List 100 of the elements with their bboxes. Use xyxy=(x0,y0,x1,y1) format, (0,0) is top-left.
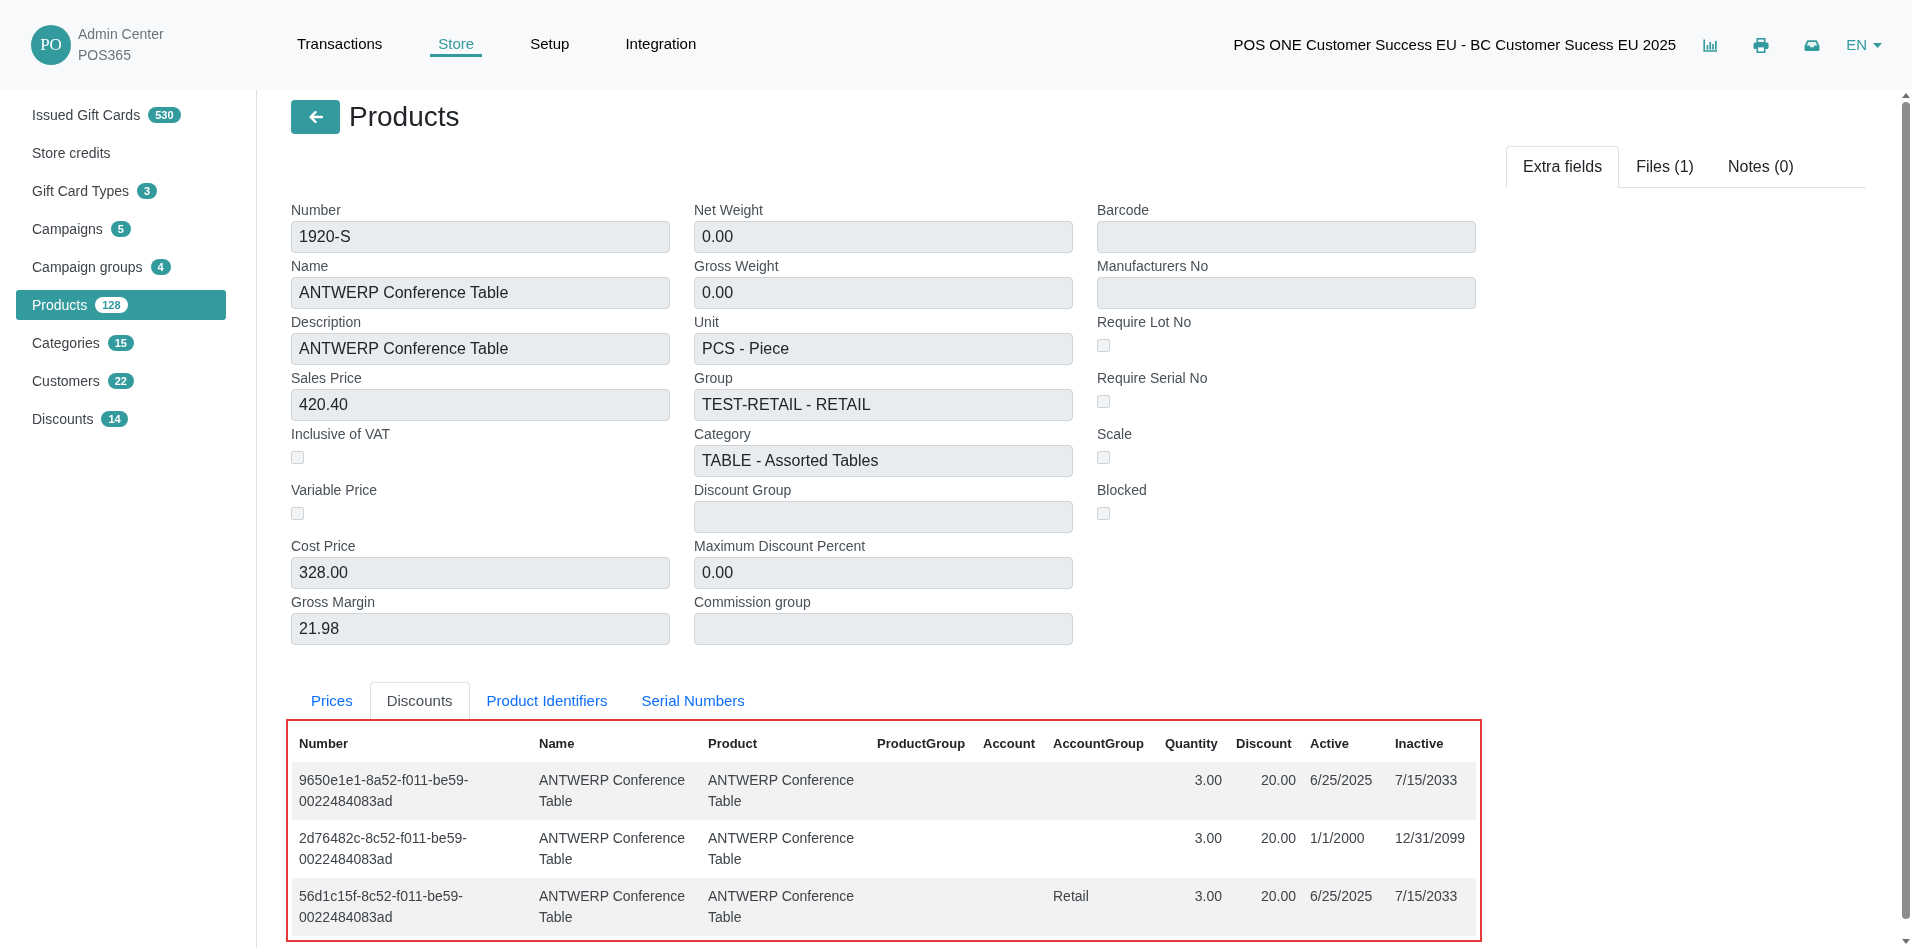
app-subtitle: POS365 xyxy=(78,46,131,65)
field-label: Commission group xyxy=(694,593,811,611)
input-field[interactable]: 0.00 xyxy=(694,557,1073,589)
nav-tab[interactable]: Transactions xyxy=(289,33,391,57)
table-cell: Retail xyxy=(1046,878,1158,936)
column-header: Discount xyxy=(1229,725,1303,762)
field-label: Name xyxy=(291,257,329,275)
tab[interactable]: Prices xyxy=(294,682,370,719)
tab[interactable]: Discounts xyxy=(369,682,470,719)
table-row[interactable]: 2d76482c-8c52-f011-be59-0022484083ad ANTWERP Conference Table ANTWERP Conference Table 3.00 20.00 1/1/2000 12/31/2099 xyxy=(292,820,1476,878)
table-cell: ANTWERP Conference Table xyxy=(532,762,701,820)
field-label: Group xyxy=(694,369,733,387)
sidebar-item[interactable]: Campaign groups 4 xyxy=(16,252,226,282)
checkbox[interactable] xyxy=(1097,339,1110,352)
arrow-left-icon xyxy=(308,111,323,123)
avatar: PO xyxy=(31,25,71,65)
checkbox[interactable] xyxy=(1097,395,1110,408)
nav-tab[interactable]: Setup xyxy=(522,33,578,57)
scroll-up-icon[interactable] xyxy=(1902,93,1910,98)
table-cell: 20.00 xyxy=(1229,820,1303,878)
app-name: Admin Center xyxy=(78,25,164,44)
sidebar-item[interactable]: Store credits xyxy=(16,138,226,168)
nav-tab[interactable]: Integration xyxy=(617,33,705,57)
scrollbar-thumb[interactable] xyxy=(1902,102,1910,919)
input-field[interactable] xyxy=(694,501,1073,533)
page-title: Products xyxy=(349,100,460,134)
input-field[interactable]: 328.00 xyxy=(291,557,670,589)
checkbox[interactable] xyxy=(1097,507,1110,520)
caret-icon xyxy=(1873,42,1882,48)
input-field[interactable]: 21.98 xyxy=(291,613,670,645)
sidebar-item[interactable]: Discounts 14 xyxy=(16,404,226,434)
checkbox[interactable] xyxy=(291,507,304,520)
table-cell: 20.00 xyxy=(1229,762,1303,820)
field-label: Number xyxy=(291,201,341,219)
field-label: Net Weight xyxy=(694,201,763,219)
table-cell: ANTWERP Conference Table xyxy=(701,762,870,820)
table-cell: 3.00 xyxy=(1158,762,1229,820)
tab[interactable]: Extra fields xyxy=(1506,146,1620,188)
bar-chart-icon[interactable] xyxy=(1702,38,1718,52)
scroll-down-icon[interactable] xyxy=(1902,939,1910,944)
table-cell: ANTWERP Conference Table xyxy=(701,820,870,878)
tab[interactable]: Notes (0) xyxy=(1710,146,1811,188)
table-cell: ANTWERP Conference Table xyxy=(532,820,701,878)
field-label: Unit xyxy=(694,313,719,331)
table-cell: 6/25/2025 xyxy=(1303,762,1388,820)
input-field[interactable]: 0.00 xyxy=(694,277,1073,309)
tab[interactable]: Files (1) xyxy=(1619,146,1711,188)
back-button[interactable] xyxy=(291,100,340,134)
field-label: Sales Price xyxy=(291,369,362,387)
sidebar-item[interactable]: Categories 15 xyxy=(16,328,226,358)
field-label: Gross Weight xyxy=(694,257,779,275)
sidebar-item[interactable]: Gift Card Types 3 xyxy=(16,176,226,206)
printer-icon[interactable] xyxy=(1753,37,1770,53)
table-cell: 2d76482c-8c52-f011-be59-0022484083ad xyxy=(292,820,532,878)
input-field[interactable]: ANTWERP Conference Table xyxy=(291,277,670,309)
count-badge: 22 xyxy=(107,373,134,389)
input-field[interactable] xyxy=(1097,277,1476,309)
column-header: AccountGroup xyxy=(1046,725,1158,762)
input-field[interactable]: TABLE - Assorted Tables xyxy=(694,445,1073,477)
field-label: Inclusive of VAT xyxy=(291,425,391,443)
input-field[interactable]: ANTWERP Conference Table xyxy=(291,333,670,365)
count-badge: 14 xyxy=(101,411,128,427)
input-field[interactable]: 420.40 xyxy=(291,389,670,421)
field-label: Require Serial No xyxy=(1097,369,1208,387)
input-field[interactable]: TEST-RETAIL - RETAIL xyxy=(694,389,1073,421)
sidebar-item[interactable]: Issued Gift Cards 530 xyxy=(16,100,226,130)
sidebar-item[interactable]: Campaigns 5 xyxy=(16,214,226,244)
input-field[interactable]: 1920-S xyxy=(291,221,670,253)
checkbox[interactable] xyxy=(291,451,304,464)
field-label: Barcode xyxy=(1097,201,1150,219)
tab[interactable]: Serial Numbers xyxy=(624,682,762,719)
inbox-tray-icon[interactable] xyxy=(1804,38,1821,52)
table-cell: 3.00 xyxy=(1158,878,1229,936)
table-cell: 6/25/2025 xyxy=(1303,878,1388,936)
column-header: Quantity xyxy=(1158,725,1229,762)
count-badge: 15 xyxy=(107,335,134,351)
count-badge: 5 xyxy=(110,221,131,237)
input-field[interactable] xyxy=(694,613,1073,645)
table-cell: 20.00 xyxy=(1229,878,1303,936)
field-label: Scale xyxy=(1097,425,1133,443)
input-field[interactable]: 0.00 xyxy=(694,221,1073,253)
field-label: Category xyxy=(694,425,751,443)
table-cell: 1/1/2000 xyxy=(1303,820,1388,878)
table-cell: 56d1c15f-8c52-f011-be59-0022484083ad xyxy=(292,878,532,936)
table-cell: 9650e1e1-8a52-f011-be59-0022484083ad xyxy=(292,762,532,820)
field-label: Manufacturers No xyxy=(1097,257,1209,275)
tab[interactable]: Product Identifiers xyxy=(469,682,625,719)
table-cell: 7/15/2033 xyxy=(1388,762,1476,820)
column-header: Inactive xyxy=(1388,725,1476,762)
checkbox[interactable] xyxy=(1097,451,1110,464)
count-badge: 530 xyxy=(148,107,181,123)
table-cell: 12/31/2099 xyxy=(1388,820,1476,878)
field-label: Gross Margin xyxy=(291,593,376,611)
count-badge: 4 xyxy=(150,259,171,275)
sidebar-item[interactable]: Customers 22 xyxy=(16,366,226,396)
input-field[interactable]: PCS - Piece xyxy=(694,333,1073,365)
input-field[interactable] xyxy=(1097,221,1476,253)
column-header: Active xyxy=(1303,725,1388,762)
field-label: Description xyxy=(291,313,362,331)
count-badge: 128 xyxy=(95,297,128,313)
